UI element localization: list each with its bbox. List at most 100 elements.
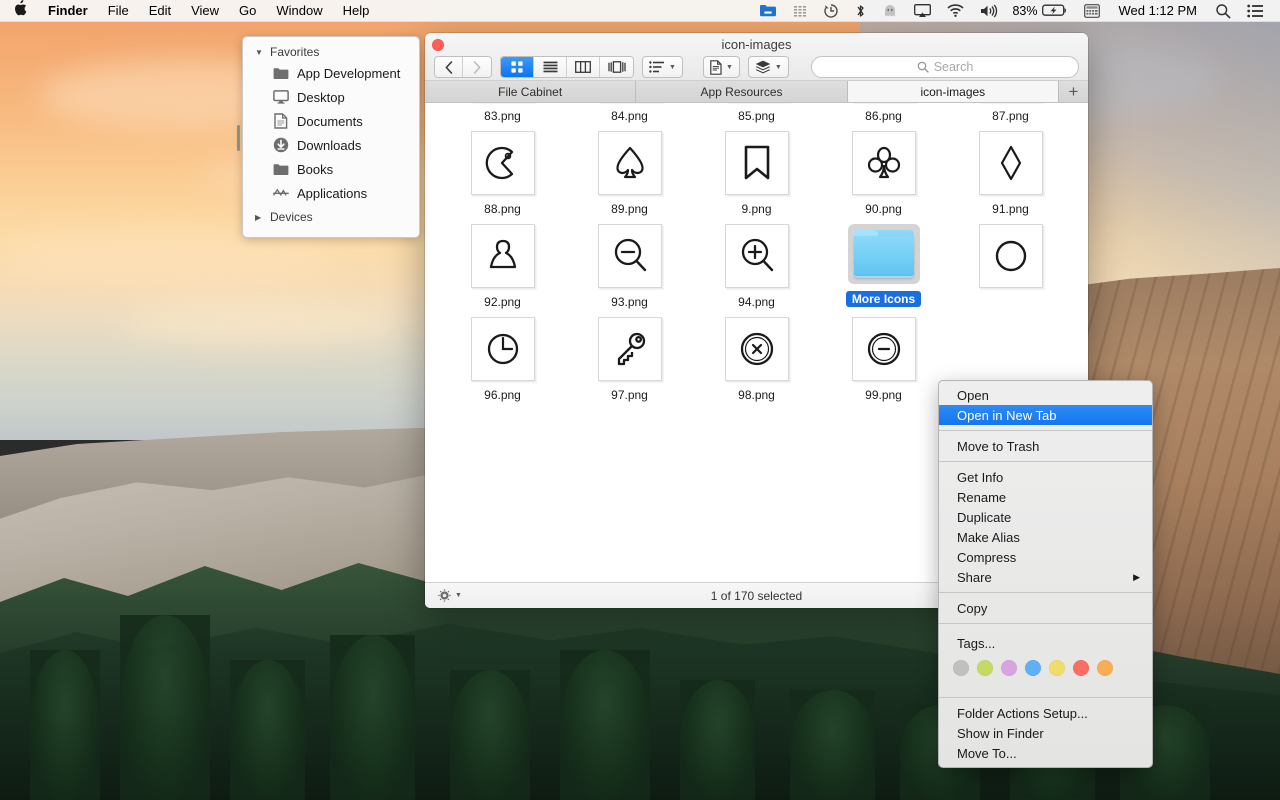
sidebar-item-label: Desktop [297, 90, 345, 105]
context-menu-item-get-info[interactable]: Get Info [939, 467, 1152, 487]
tab-file-cabinet[interactable]: File Cabinet [425, 81, 636, 102]
tab-app-resources[interactable]: App Resources [636, 81, 847, 102]
file-item[interactable]: 98.png [693, 317, 820, 402]
tag-color-gray[interactable] [953, 660, 969, 676]
file-thumbnail [471, 224, 535, 288]
context-menu-item-folder-actions-setup[interactable]: Folder Actions Setup... [939, 703, 1152, 723]
notification-center-icon[interactable] [1239, 0, 1272, 22]
search-icon [917, 61, 929, 73]
sidebar-item-books[interactable]: Books [243, 157, 419, 181]
search-field[interactable]: Search [811, 56, 1079, 78]
view-mode-buttons [500, 56, 634, 78]
context-menu-item-duplicate[interactable]: Duplicate [939, 507, 1152, 527]
key-icon [608, 327, 652, 371]
sidebar-section-devices[interactable]: ▶ Devices [243, 208, 419, 226]
bluetooth-icon[interactable] [847, 0, 874, 22]
context-menu-item-open[interactable]: Open [939, 385, 1152, 405]
context-menu-item-rename[interactable]: Rename [939, 487, 1152, 507]
menu-item-edit[interactable]: Edit [139, 0, 181, 22]
menu-item-view[interactable]: View [181, 0, 229, 22]
menu-separator [939, 623, 1152, 624]
zoom-in-icon [735, 234, 779, 278]
airplay-icon[interactable] [906, 0, 939, 22]
menu-item-file[interactable]: File [98, 0, 139, 22]
file-thumbnail [598, 131, 662, 195]
context-menu-item-show-in-finder[interactable]: Show in Finder [939, 723, 1152, 743]
forward-button[interactable] [463, 57, 491, 77]
coverflow-view-button[interactable] [600, 57, 633, 77]
file-item[interactable]: 89.png [566, 131, 693, 216]
context-menu-item-tags[interactable]: Tags... [939, 633, 1152, 653]
file-item[interactable]: 84.png [566, 103, 693, 123]
sidebar-resize-handle[interactable] [237, 125, 240, 151]
file-item[interactable]: 87.png [947, 103, 1074, 123]
menu-item-help[interactable]: Help [333, 0, 380, 22]
file-item[interactable]: 9.png [693, 131, 820, 216]
menu-item-finder[interactable]: Finder [38, 0, 98, 22]
file-item[interactable]: 83.png [439, 103, 566, 123]
menu-item-window[interactable]: Window [266, 0, 332, 22]
search-icon[interactable] [1207, 0, 1239, 22]
tag-color-green[interactable] [977, 660, 993, 676]
action-button[interactable]: ▼ [703, 56, 740, 78]
file-item[interactable]: 92.png [439, 224, 566, 309]
file-name: 88.png [484, 202, 521, 216]
tag-color-purple[interactable] [1001, 660, 1017, 676]
character-viewer-icon[interactable] [1076, 0, 1108, 22]
context-menu-item-move-to[interactable]: Move To... [939, 743, 1152, 763]
file-item[interactable]: 99.png [820, 317, 947, 402]
person-icon [481, 234, 525, 278]
wifi-icon[interactable] [939, 0, 972, 22]
tab-icon-images[interactable]: icon-images [848, 81, 1059, 102]
ghost-icon[interactable] [874, 0, 906, 22]
file-item[interactable]: 90.png [820, 131, 947, 216]
file-item[interactable]: 91.png [947, 131, 1074, 216]
file-item[interactable]: 88.png [439, 131, 566, 216]
file-item[interactable]: 94.png [693, 224, 820, 309]
file-item[interactable]: 97.png [566, 317, 693, 402]
file-item-selected[interactable]: More Icons [820, 224, 947, 309]
menu-item-go[interactable]: Go [229, 0, 266, 22]
column-view-button[interactable] [567, 57, 600, 77]
new-tab-button[interactable]: + [1059, 81, 1088, 102]
sidebar-item-applications[interactable]: Applications [243, 181, 419, 205]
apple-logo-icon[interactable] [0, 0, 38, 22]
icon-view-button[interactable] [501, 57, 534, 77]
share-button[interactable]: ▼ [748, 56, 789, 78]
file-item[interactable]: 85.png [693, 103, 820, 123]
search-input[interactable]: Search [934, 60, 974, 74]
back-button[interactable] [435, 57, 463, 77]
context-menu-item-copy[interactable]: Copy [939, 598, 1152, 618]
tag-color-red[interactable] [1073, 660, 1089, 676]
disclosure-triangle-right-icon[interactable]: ▶ [255, 213, 264, 222]
time-machine-icon[interactable] [815, 0, 847, 22]
tree [560, 650, 650, 800]
tag-color-blue[interactable] [1025, 660, 1041, 676]
context-menu-item-make-alias[interactable]: Make Alias [939, 527, 1152, 547]
tag-color-yellow[interactable] [1049, 660, 1065, 676]
arrange-by-button[interactable]: ▼ [642, 56, 683, 78]
submenu-arrow-icon: ▶ [1133, 572, 1140, 583]
context-menu-item-move-to-trash[interactable]: Move to Trash [939, 436, 1152, 456]
dropbox-folder-icon[interactable] [751, 0, 785, 22]
battery-percent-label[interactable]: 83% [1006, 4, 1040, 18]
sidebar-item-desktop[interactable]: Desktop [243, 85, 419, 109]
clock-label[interactable]: Wed 1:12 PM [1108, 3, 1207, 18]
file-item[interactable]: 93.png [566, 224, 693, 309]
sidebar-item-downloads[interactable]: Downloads [243, 133, 419, 157]
battery-charging-icon[interactable] [1040, 0, 1076, 22]
tag-color-orange[interactable] [1097, 660, 1113, 676]
file-item[interactable]: 96.png [439, 317, 566, 402]
file-item[interactable] [947, 224, 1074, 309]
file-item[interactable]: 86.png [820, 103, 947, 123]
equalizer-icon[interactable] [785, 0, 815, 22]
sidebar-section-favorites[interactable]: ▼ Favorites [243, 43, 419, 61]
context-menu-item-compress[interactable]: Compress [939, 547, 1152, 567]
context-menu-item-open-in-new-tab[interactable]: Open in New Tab [939, 405, 1152, 425]
disclosure-triangle-down-icon[interactable]: ▼ [255, 48, 264, 57]
volume-icon[interactable] [972, 0, 1006, 22]
sidebar-item-app-development[interactable]: App Development [243, 61, 419, 85]
context-menu-item-share[interactable]: Share ▶ [939, 567, 1152, 587]
list-view-button[interactable] [534, 57, 567, 77]
sidebar-item-documents[interactable]: Documents [243, 109, 419, 133]
